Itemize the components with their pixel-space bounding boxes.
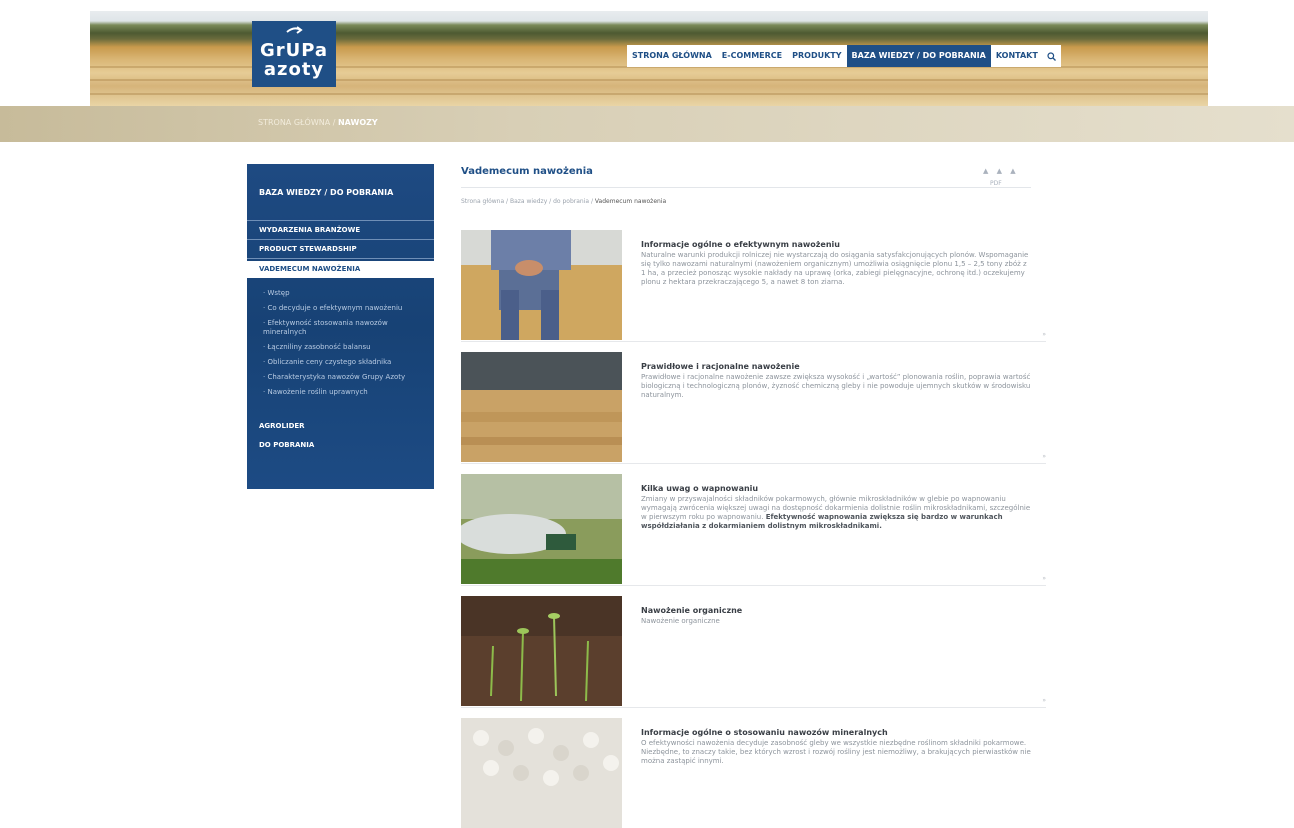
- page-title: Vademecum nawożenia: [461, 166, 593, 177]
- logo-arrow-icon: [286, 26, 303, 34]
- sidebar-item-product-stewardship[interactable]: PRODUCT STEWARDSHIP: [259, 245, 357, 253]
- sidebar-subitem[interactable]: · Co decyduje o efektywnym nawożeniu: [263, 304, 428, 313]
- article-thumbnail[interactable]: [461, 474, 622, 584]
- main-nav: STRONA GŁÓWNA E-COMMERCE PRODUKTY BAZA W…: [627, 45, 1061, 67]
- article-card[interactable]: Informacje ogólne o stosowaniu nawozów m…: [461, 718, 1046, 828]
- sidebar-subitem[interactable]: · Charakterystyka nawozów Grupy Azoty: [263, 373, 428, 382]
- sidebar-divider: [247, 239, 434, 240]
- sidebar-item-industry-events[interactable]: WYDARZENIA BRANŻOWE: [259, 226, 360, 234]
- sidebar-title[interactable]: BAZA WIEDZY / DO POBRANIA: [259, 188, 393, 197]
- nav-item-ecommerce[interactable]: E-COMMERCE: [717, 45, 787, 67]
- content-breadcrumb: Strona główna / Baza wiedzy / do pobrani…: [461, 198, 666, 205]
- logo-text-line2: azoty: [263, 59, 325, 80]
- article-card[interactable]: Prawidłowe i racjonalne nawożenie Prawid…: [461, 352, 1046, 464]
- article-excerpt: Naturalne warunki produkcji rolniczej ni…: [641, 251, 1029, 286]
- nav-item-products[interactable]: PRODUKTY: [787, 45, 846, 67]
- nav-item-knowledge-base[interactable]: BAZA WIEDZY / DO POBRANIA: [846, 45, 991, 67]
- sidebar-subitem[interactable]: · Efektywność stosowania nawozów mineral…: [263, 319, 428, 337]
- read-more-link[interactable]: »: [1042, 453, 1046, 460]
- sidebar-subitem[interactable]: · Obliczanie ceny czystego składnika: [263, 358, 428, 367]
- article-divider: [461, 463, 1046, 464]
- nav-item-contact[interactable]: KONTAKT: [991, 45, 1043, 67]
- sidebar-item-vademecum[interactable]: VADEMECUM NAWOŻENIA: [247, 261, 434, 278]
- read-more-link[interactable]: »: [1042, 697, 1046, 704]
- article-title[interactable]: Informacje ogólne o stosowaniu nawozów m…: [641, 728, 888, 737]
- sidebar-subitem[interactable]: · Wstęp: [263, 289, 428, 298]
- sidebar-item-downloads[interactable]: DO POBRANIA: [259, 441, 314, 449]
- logo-text-line1: GrUPa: [259, 40, 329, 61]
- article-title[interactable]: Prawidłowe i racjonalne nawożenie: [641, 362, 800, 371]
- read-more-link[interactable]: »: [1042, 575, 1046, 582]
- article-excerpt: Nawożenie organiczne: [641, 617, 720, 625]
- content-breadcrumb-path[interactable]: Strona główna / Baza wiedzy / do pobrani…: [461, 198, 595, 205]
- search-icon[interactable]: [1043, 45, 1061, 67]
- pdf-link[interactable]: PDF: [990, 180, 1002, 187]
- article-title[interactable]: Nawożenie organiczne: [641, 606, 742, 615]
- article-excerpt: Zmiany w przyswajalności składników poka…: [641, 495, 1031, 531]
- article-card[interactable]: Nawożenie organiczne Nawożenie organiczn…: [461, 596, 1046, 708]
- sidebar-item-label: VADEMECUM NAWOŻENIA: [259, 265, 361, 273]
- article-thumbnail[interactable]: [461, 596, 622, 706]
- content-breadcrumb-current: Vademecum nawożenia: [594, 198, 667, 205]
- article-thumbnail[interactable]: [461, 718, 622, 828]
- font-size-tools[interactable]: ▲ ▲ ▲: [983, 167, 1019, 175]
- sidebar-subitem[interactable]: · Łączniliny zasobność balansu: [263, 343, 428, 352]
- article-divider: [461, 341, 1046, 342]
- article-card[interactable]: Informacje ogólne o efektywnym nawożeniu…: [461, 230, 1046, 342]
- article-title[interactable]: Informacje ogólne o efektywnym nawożeniu: [641, 240, 840, 249]
- article-excerpt: O efektywności nawożenia decyduje zasobn…: [641, 739, 1031, 765]
- article-divider: [461, 707, 1046, 708]
- article-thumbnail[interactable]: [461, 230, 622, 340]
- sidebar-item-agrolider[interactable]: AGROLIDER: [259, 422, 305, 430]
- brand-logo[interactable]: GrUPa azoty: [252, 21, 336, 87]
- sidebar-divider: [247, 220, 434, 221]
- sidebar: BAZA WIEDZY / DO POBRANIA WYDARZENIA BRA…: [247, 164, 434, 489]
- breadcrumb-bar: STRONA GŁÓWNA / NAWOZY: [0, 106, 1294, 142]
- breadcrumb-path[interactable]: STRONA GŁÓWNA /: [258, 118, 338, 127]
- field-row: [90, 93, 1208, 95]
- article-title[interactable]: Kilka uwag o wapnowaniu: [641, 484, 758, 493]
- nav-item-home[interactable]: STRONA GŁÓWNA: [627, 45, 717, 67]
- sidebar-divider: [247, 258, 434, 259]
- breadcrumb: STRONA GŁÓWNA / NAWOZY: [258, 118, 378, 127]
- read-more-link[interactable]: »: [1042, 331, 1046, 338]
- title-divider: [461, 187, 1031, 188]
- article-card[interactable]: Kilka uwag o wapnowaniu Zmiany w przyswa…: [461, 474, 1046, 586]
- article-divider: [461, 585, 1046, 586]
- article-thumbnail[interactable]: [461, 352, 622, 462]
- article-excerpt: Prawidłowe i racjonalne nawożenie zawsze…: [641, 373, 1031, 399]
- breadcrumb-current: NAWOZY: [337, 118, 378, 127]
- sidebar-subitem[interactable]: · Nawożenie roślin uprawnych: [263, 388, 428, 397]
